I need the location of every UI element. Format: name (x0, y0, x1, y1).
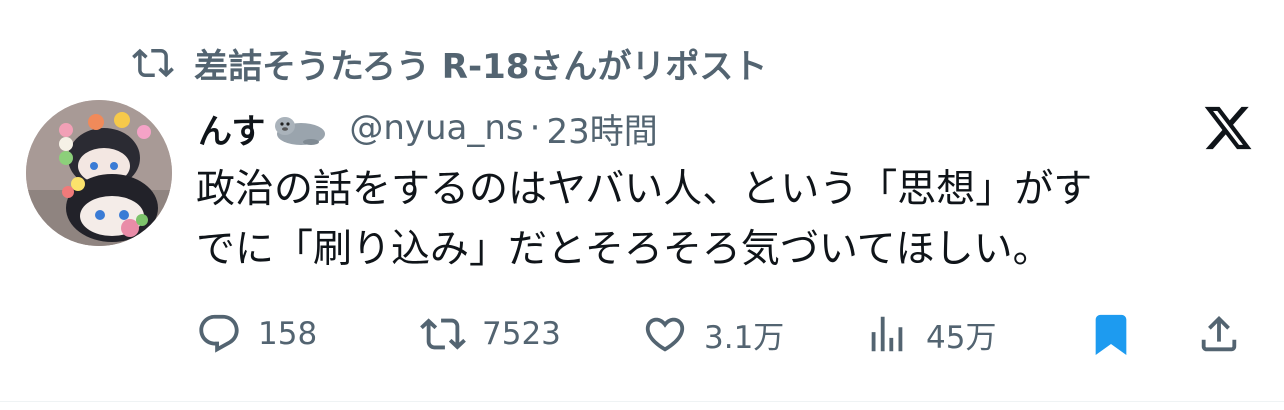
bookmark-button[interactable] (1086, 306, 1150, 362)
repost-icon (418, 309, 468, 359)
repost-count: 7523 (482, 316, 561, 352)
like-button[interactable]: 3.1万 (640, 306, 784, 362)
divider (0, 401, 1284, 402)
tweet-text-line: 政治の話をするのはヤバい人、という「思想」がす (196, 167, 1093, 212)
x-logo-icon[interactable] (1200, 102, 1256, 154)
reply-count: 158 (258, 316, 318, 352)
view-count: 45万 (926, 319, 997, 356)
share-button[interactable] (1194, 306, 1258, 362)
views-button[interactable]: 45万 (862, 306, 996, 362)
author-display-name[interactable]: んす (198, 104, 265, 153)
separator-dot: · (529, 108, 541, 148)
repost-icon (130, 40, 176, 86)
heart-icon (640, 309, 690, 359)
like-count: 3.1万 (704, 319, 785, 356)
repost-indicator[interactable]: 差詰そうたろう R-18さんがリポスト (130, 38, 767, 88)
tweet-header: んす @nyua_ns · 23時間 (198, 100, 658, 156)
repost-text: 差詰そうたろう R-18さんがリポスト (194, 46, 768, 87)
tweet-actions: 158 7523 3.1万 45万 (194, 306, 1254, 362)
avatar[interactable] (26, 100, 172, 246)
tweet-text: 政治の話をするのはヤバい人、という「思想」がす でに「刷り込み」だとそろそろ気づ… (196, 160, 1256, 280)
seal-emoji-icon (271, 108, 327, 148)
reply-icon (194, 309, 244, 359)
author-handle[interactable]: @nyua_ns (349, 108, 523, 148)
tweet-text-line: でに「刷り込み」だとそろそろ気づいてほしい。 (196, 227, 1052, 272)
bar-chart-icon (862, 309, 912, 359)
tweet-timestamp[interactable]: 23時間 (546, 104, 657, 153)
share-icon (1194, 309, 1244, 359)
reply-button[interactable]: 158 (194, 306, 317, 362)
bookmark-icon (1086, 309, 1136, 359)
repost-button[interactable]: 7523 (418, 306, 561, 362)
